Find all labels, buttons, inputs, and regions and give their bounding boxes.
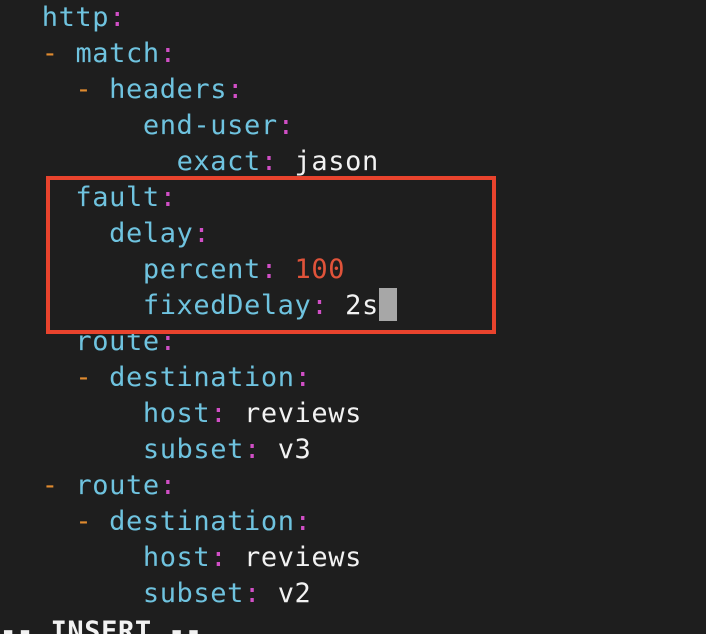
code-line-11: - destination: [8, 360, 397, 396]
yaml-colon: : [159, 470, 177, 501]
yaml-value: reviews [227, 398, 362, 429]
yaml-colon: : [294, 362, 312, 393]
yaml-colon: : [210, 398, 228, 429]
yaml-value: v2 [260, 578, 312, 609]
yaml-value: reviews [227, 542, 362, 573]
yaml-colon: : [109, 2, 126, 33]
yaml-colon: : [260, 146, 278, 177]
list-dash: - [75, 362, 110, 393]
fault-highlight-box [46, 176, 496, 334]
yaml-key: subset [142, 434, 244, 465]
yaml-key: subset [142, 578, 244, 609]
code-line-5: exact: jason [8, 144, 397, 180]
vim-mode-indicator: -- INSERT -- [0, 616, 203, 634]
yaml-key: match [75, 38, 160, 69]
yaml-key: host [142, 398, 211, 429]
yaml-value: v3 [260, 434, 312, 465]
code-line-16: host: reviews [8, 540, 397, 576]
yaml-colon: : [277, 110, 295, 141]
yaml-value: jason [277, 146, 379, 177]
code-line-1: http: [8, 0, 397, 36]
yaml-key: exact [176, 146, 261, 177]
yaml-key: route [75, 470, 160, 501]
yaml-key: destination [109, 362, 295, 393]
list-dash: - [41, 470, 76, 501]
yaml-editor[interactable]: http: - match: - headers: end-user: exac… [0, 0, 706, 634]
yaml-colon: : [243, 434, 261, 465]
code-line-15: - destination: [8, 504, 397, 540]
list-dash: - [75, 74, 110, 105]
code-line-4: end-user: [8, 108, 397, 144]
yaml-colon: : [159, 38, 177, 69]
yaml-colon: : [243, 578, 261, 609]
yaml-colon: : [227, 74, 244, 105]
code-line-14: - route: [8, 468, 397, 504]
list-dash: - [41, 38, 76, 69]
yaml-colon: : [294, 506, 312, 537]
code-line-17: subset: v2 [8, 576, 397, 612]
code-line-3: - headers: [8, 72, 397, 108]
yaml-key: http [41, 2, 110, 33]
list-dash: - [75, 506, 110, 537]
yaml-key: host [142, 542, 211, 573]
yaml-colon: : [210, 542, 228, 573]
yaml-key: end-user [142, 110, 278, 141]
code-line-2: - match: [8, 36, 397, 72]
code-line-12: host: reviews [8, 396, 397, 432]
yaml-key: headers [109, 74, 228, 105]
yaml-key: destination [109, 506, 295, 537]
code-line-13: subset: v3 [8, 432, 397, 468]
